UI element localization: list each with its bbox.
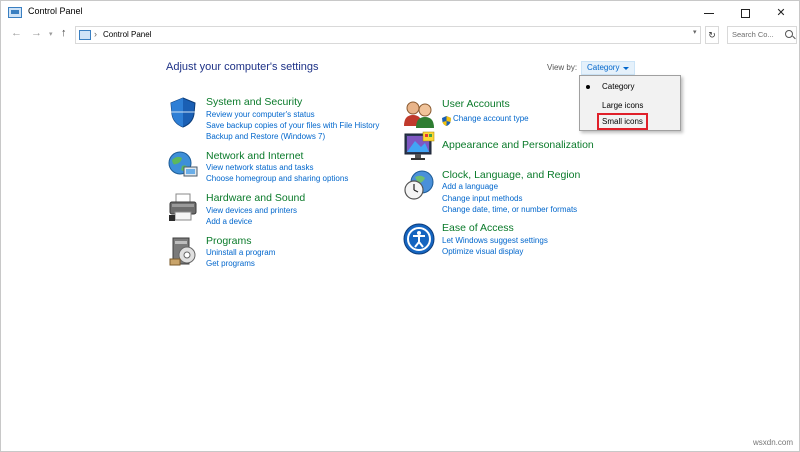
control-panel-window: Control Panel ✕ ← → ▾ ↑ › Control Panel …: [0, 0, 800, 452]
category-programs[interactable]: Programs: [206, 235, 252, 247]
page-title: Adjust your computer's settings: [166, 61, 319, 73]
watermark: wsxdn.com: [752, 438, 793, 447]
close-button[interactable]: ✕: [763, 1, 799, 25]
printer-icon[interactable]: [167, 191, 199, 223]
chevron-down-icon: [623, 67, 629, 70]
refresh-button[interactable]: ↻: [705, 26, 719, 44]
category-network-internet[interactable]: Network and Internet: [206, 150, 303, 162]
monitor-icon[interactable]: [403, 131, 435, 163]
link-add-device[interactable]: Add a device: [206, 217, 252, 226]
link-suggest-settings[interactable]: Let Windows suggest settings: [442, 236, 548, 245]
category-appearance-personalization[interactable]: Appearance and Personalization: [442, 139, 594, 151]
selected-bullet-icon: [586, 85, 590, 89]
minimize-button[interactable]: [691, 1, 727, 25]
control-panel-icon: [79, 30, 91, 40]
close-icon: ✕: [776, 7, 786, 19]
link-uninstall-program[interactable]: Uninstall a program: [206, 248, 275, 257]
link-add-language[interactable]: Add a language: [442, 182, 498, 191]
category-hardware-sound[interactable]: Hardware and Sound: [206, 192, 305, 204]
shield-icon[interactable]: [167, 96, 199, 128]
globe-network-icon[interactable]: [167, 149, 199, 181]
search-placeholder: Search Co...: [732, 30, 774, 39]
link-input-methods[interactable]: Change input methods: [442, 194, 523, 203]
address-dropdown-chevron-icon[interactable]: ▾: [693, 28, 697, 36]
breadcrumb-control-panel[interactable]: Control Panel: [103, 30, 151, 39]
menu-item-large-icons[interactable]: Large icons: [602, 101, 643, 110]
users-icon[interactable]: [403, 98, 435, 130]
breadcrumb-chevron-icon[interactable]: ›: [94, 29, 97, 39]
window-title: Control Panel: [28, 6, 83, 16]
maximize-button[interactable]: [727, 1, 763, 25]
menu-item-category[interactable]: Category: [602, 82, 634, 91]
search-icon[interactable]: [785, 30, 793, 38]
link-devices-printers[interactable]: View devices and printers: [206, 206, 297, 215]
category-ease-of-access[interactable]: Ease of Access: [442, 222, 514, 234]
recent-locations-chevron-icon[interactable]: ▾: [49, 30, 53, 38]
maximize-icon: [740, 8, 750, 18]
control-panel-icon: [8, 7, 22, 18]
link-backup-restore[interactable]: Backup and Restore (Windows 7): [206, 132, 325, 141]
uac-shield-icon: [442, 113, 451, 126]
link-optimize-display[interactable]: Optimize visual display: [442, 247, 523, 256]
highlight-box: [597, 113, 648, 130]
title-bar: Control Panel ✕: [1, 1, 799, 25]
link-get-programs[interactable]: Get programs: [206, 259, 255, 268]
ease-of-access-icon[interactable]: [403, 223, 435, 255]
category-system-security[interactable]: System and Security: [206, 96, 302, 108]
link-network-status[interactable]: View network status and tasks: [206, 163, 313, 172]
navigation-bar: ← → ▾ ↑ › Control Panel: [1, 25, 799, 45]
back-arrow-icon[interactable]: ←: [11, 27, 22, 39]
programs-icon[interactable]: [167, 235, 199, 267]
forward-arrow-icon[interactable]: →: [31, 27, 42, 39]
view-by-menu: Category Large icons Small icons: [579, 75, 681, 131]
clock-globe-icon[interactable]: [403, 169, 435, 201]
category-user-accounts[interactable]: User Accounts: [442, 98, 510, 110]
link-change-account-type[interactable]: Change account type: [453, 114, 529, 123]
view-by-label: View by:: [547, 63, 578, 72]
link-review-status[interactable]: Review your computer's status: [206, 110, 315, 119]
link-date-time-formats[interactable]: Change date, time, or number formats: [442, 205, 577, 214]
link-homegroup[interactable]: Choose homegroup and sharing options: [206, 174, 348, 183]
link-file-history[interactable]: Save backup copies of your files with Fi…: [206, 121, 379, 130]
view-by-value: Category: [587, 63, 620, 72]
refresh-icon: ↻: [708, 30, 716, 40]
search-input[interactable]: Search Co...: [727, 26, 797, 44]
view-by-dropdown[interactable]: Category: [581, 61, 635, 75]
address-bar[interactable]: › Control Panel: [75, 26, 701, 44]
category-clock-language-region[interactable]: Clock, Language, and Region: [442, 169, 580, 181]
up-arrow-icon[interactable]: ↑: [61, 27, 67, 39]
minimize-icon: [704, 12, 714, 14]
